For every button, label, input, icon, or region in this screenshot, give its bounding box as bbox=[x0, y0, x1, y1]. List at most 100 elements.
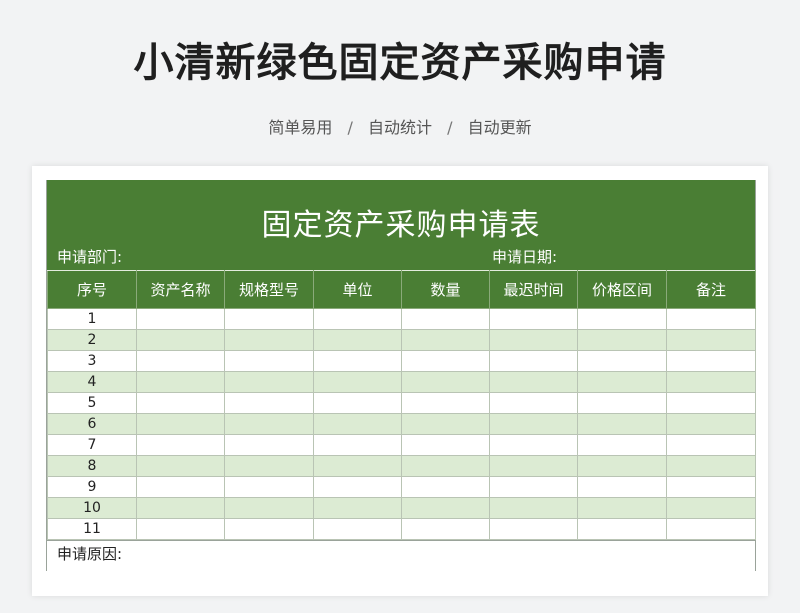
table-cell[interactable] bbox=[224, 413, 314, 435]
table-cell[interactable] bbox=[224, 518, 314, 540]
table-cell[interactable] bbox=[401, 308, 490, 330]
template-preview-card[interactable]: 固定资产采购申请表 申请部门: 申请日期: 序号 资产名称 规格型号 单位 数量… bbox=[32, 166, 768, 596]
table-cell[interactable] bbox=[401, 497, 490, 519]
table-cell[interactable] bbox=[666, 413, 756, 435]
table-cell[interactable] bbox=[401, 434, 490, 456]
table-cell[interactable] bbox=[401, 350, 490, 372]
table-cell[interactable] bbox=[577, 350, 667, 372]
table-cell[interactable] bbox=[666, 329, 756, 351]
table-cell[interactable] bbox=[313, 497, 402, 519]
table-cell[interactable] bbox=[313, 371, 402, 393]
table-cell[interactable] bbox=[489, 413, 578, 435]
table-cell[interactable] bbox=[577, 518, 667, 540]
table-cell[interactable] bbox=[313, 518, 402, 540]
column-header: 单位 bbox=[313, 270, 402, 309]
table-cell[interactable] bbox=[224, 434, 314, 456]
table-cell[interactable] bbox=[136, 371, 225, 393]
row-number-cell[interactable]: 4 bbox=[47, 371, 137, 393]
table-header-row: 序号 资产名称 规格型号 单位 数量 最迟时间 价格区间 备注 bbox=[47, 270, 756, 309]
table-cell[interactable] bbox=[489, 497, 578, 519]
table-cell[interactable] bbox=[489, 308, 578, 330]
table-cell[interactable] bbox=[666, 497, 756, 519]
table-cell[interactable] bbox=[224, 497, 314, 519]
table-cell[interactable] bbox=[489, 371, 578, 393]
table-cell[interactable] bbox=[489, 329, 578, 351]
row-number-cell[interactable]: 10 bbox=[47, 497, 137, 519]
sheet-header: 固定资产采购申请表 申请部门: 申请日期: bbox=[47, 180, 755, 270]
table-cell[interactable] bbox=[666, 455, 756, 477]
column-header: 规格型号 bbox=[224, 270, 314, 309]
table-cell[interactable] bbox=[313, 308, 402, 330]
table-cell[interactable] bbox=[313, 392, 402, 414]
table-cell[interactable] bbox=[136, 308, 225, 330]
table-cell[interactable] bbox=[136, 434, 225, 456]
column-header: 最迟时间 bbox=[489, 270, 578, 309]
table-cell[interactable] bbox=[136, 392, 225, 414]
table-cell[interactable] bbox=[577, 308, 667, 330]
table-cell[interactable] bbox=[401, 371, 490, 393]
table-cell[interactable] bbox=[577, 392, 667, 414]
row-number-cell[interactable]: 5 bbox=[47, 392, 137, 414]
table-cell[interactable] bbox=[224, 371, 314, 393]
table-cell[interactable] bbox=[489, 350, 578, 372]
row-number-cell[interactable]: 2 bbox=[47, 329, 137, 351]
table-cell[interactable] bbox=[136, 455, 225, 477]
table-cell[interactable] bbox=[313, 455, 402, 477]
table-cell[interactable] bbox=[313, 350, 402, 372]
row-number-cell[interactable]: 8 bbox=[47, 455, 137, 477]
table-cell[interactable] bbox=[577, 371, 667, 393]
table-cell[interactable] bbox=[401, 392, 490, 414]
table-cell[interactable] bbox=[313, 434, 402, 456]
table-cell[interactable] bbox=[666, 434, 756, 456]
table-cell[interactable] bbox=[313, 329, 402, 351]
table-cell[interactable] bbox=[401, 518, 490, 540]
spreadsheet: 固定资产采购申请表 申请部门: 申请日期: 序号 资产名称 规格型号 单位 数量… bbox=[46, 180, 756, 571]
column-header: 数量 bbox=[401, 270, 490, 309]
table-cell[interactable] bbox=[313, 476, 402, 498]
table-row: 2 bbox=[47, 329, 756, 351]
table-cell[interactable] bbox=[489, 392, 578, 414]
table-cell[interactable] bbox=[577, 329, 667, 351]
table-cell[interactable] bbox=[224, 308, 314, 330]
table-cell[interactable] bbox=[136, 350, 225, 372]
table-cell[interactable] bbox=[666, 350, 756, 372]
row-number-cell[interactable]: 9 bbox=[47, 476, 137, 498]
table-cell[interactable] bbox=[136, 518, 225, 540]
table-cell[interactable] bbox=[401, 455, 490, 477]
table-cell[interactable] bbox=[666, 371, 756, 393]
table-cell[interactable] bbox=[136, 476, 225, 498]
row-number-cell[interactable]: 3 bbox=[47, 350, 137, 372]
row-number-cell[interactable]: 1 bbox=[47, 308, 137, 330]
table-cell[interactable] bbox=[313, 413, 402, 435]
column-header: 序号 bbox=[47, 270, 137, 309]
table-cell[interactable] bbox=[666, 476, 756, 498]
table-cell[interactable] bbox=[577, 434, 667, 456]
table-cell[interactable] bbox=[401, 413, 490, 435]
table-cell[interactable] bbox=[489, 434, 578, 456]
row-number-cell[interactable]: 7 bbox=[47, 434, 137, 456]
table-cell[interactable] bbox=[577, 455, 667, 477]
table-cell[interactable] bbox=[401, 476, 490, 498]
table-cell[interactable] bbox=[489, 455, 578, 477]
subtitle-item-3: 自动更新 bbox=[467, 118, 532, 137]
subtitle-separator: / bbox=[347, 118, 353, 137]
table-cell[interactable] bbox=[224, 329, 314, 351]
table-cell[interactable] bbox=[489, 476, 578, 498]
table-cell[interactable] bbox=[577, 476, 667, 498]
table-cell[interactable] bbox=[224, 350, 314, 372]
table-cell[interactable] bbox=[136, 497, 225, 519]
table-cell[interactable] bbox=[577, 413, 667, 435]
table-cell[interactable] bbox=[224, 476, 314, 498]
table-cell[interactable] bbox=[136, 329, 225, 351]
table-cell[interactable] bbox=[666, 392, 756, 414]
row-number-cell[interactable]: 11 bbox=[47, 518, 137, 540]
table-cell[interactable] bbox=[224, 455, 314, 477]
row-number-cell[interactable]: 6 bbox=[47, 413, 137, 435]
table-cell[interactable] bbox=[489, 518, 578, 540]
table-cell[interactable] bbox=[401, 329, 490, 351]
table-cell[interactable] bbox=[224, 392, 314, 414]
table-cell[interactable] bbox=[666, 308, 756, 330]
table-cell[interactable] bbox=[136, 413, 225, 435]
table-cell[interactable] bbox=[666, 518, 756, 540]
table-cell[interactable] bbox=[577, 497, 667, 519]
